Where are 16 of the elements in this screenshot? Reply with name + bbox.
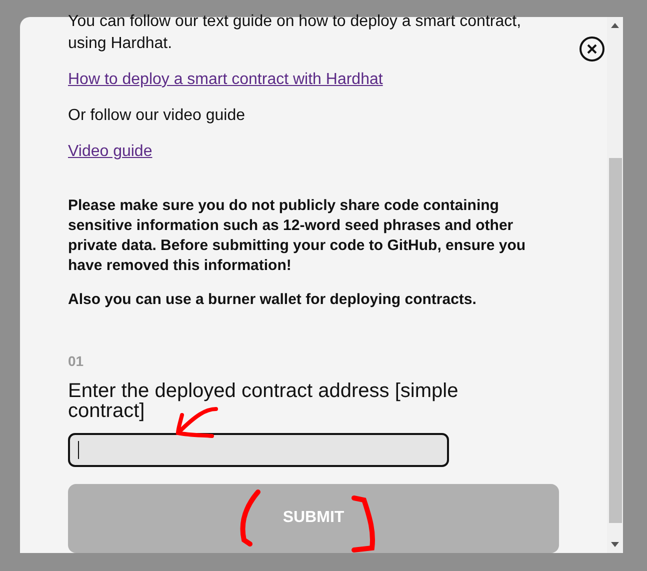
close-icon[interactable] <box>579 36 605 62</box>
text-cursor-icon <box>78 440 79 459</box>
guide-link[interactable]: How to deploy a smart contract with Hardhat <box>68 69 383 91</box>
annotation-arrow-drawing <box>174 405 220 441</box>
scroll-up-icon[interactable] <box>611 23 619 28</box>
scrollbar-thumb[interactable] <box>608 158 622 523</box>
address-input-field[interactable] <box>68 433 449 467</box>
guide-text: Or follow our video guide <box>68 106 246 126</box>
intro-text: You can follow our text guide on how to deploy a smart contract, using Hardhat. <box>68 12 522 54</box>
question-number: 01 <box>68 352 85 371</box>
question-label: Enter the deployed contract address [simple contract] <box>68 381 460 421</box>
scroll-down-icon[interactable] <box>611 542 619 547</box>
warning-text: Please make sure you do not publicly share code containing sensitive information such as 12-word seed phrases and other private data. Before submitting your code to GitHub, ensure you have removed this information! <box>68 196 527 276</box>
warning-text: Also you can use a burner wallet for deploying contracts. <box>68 290 478 310</box>
guide-link[interactable]: Video guide <box>68 141 152 163</box>
scrollbar[interactable] <box>607 17 623 553</box>
